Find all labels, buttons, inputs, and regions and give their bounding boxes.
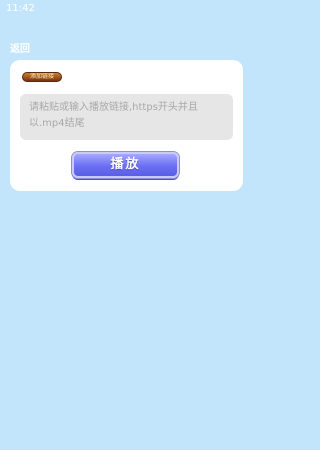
player-card: 添加链接 播放: [10, 60, 243, 191]
add-link-button[interactable]: 添加链接: [22, 72, 62, 82]
status-bar: 11:42: [0, 0, 253, 18]
back-button[interactable]: 返回: [10, 40, 30, 55]
play-button[interactable]: 播放: [72, 152, 179, 178]
status-time: 11:42: [6, 3, 35, 14]
url-input[interactable]: [20, 94, 233, 140]
